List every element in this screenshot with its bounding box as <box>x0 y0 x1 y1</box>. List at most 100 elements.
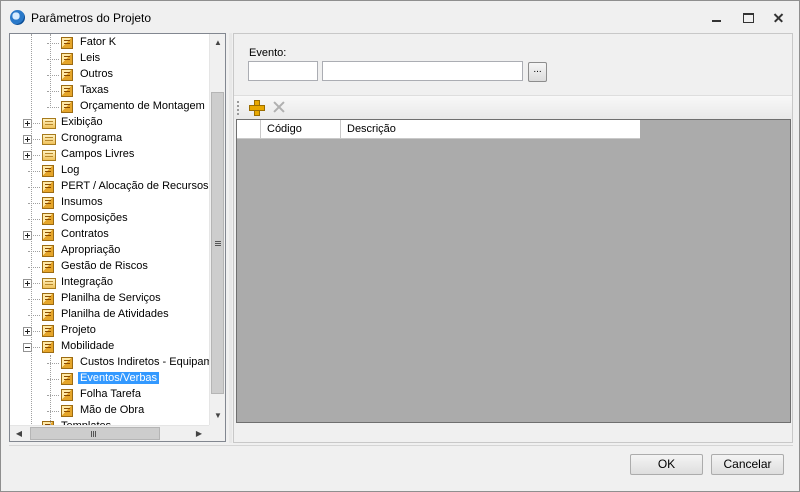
tree-item[interactable]: Integração <box>10 275 209 291</box>
tree-connector <box>28 251 40 252</box>
node-icon <box>42 229 54 241</box>
tree-item[interactable]: Planilha de Atividades <box>10 307 209 323</box>
delete-icon[interactable] <box>271 99 287 115</box>
vertical-scroll-thumb[interactable] <box>211 92 224 394</box>
tree-item[interactable]: Log <box>10 163 209 179</box>
node-icon <box>42 341 54 353</box>
tree-item[interactable]: Contratos <box>10 227 209 243</box>
tree-item-label: Integração <box>61 276 113 288</box>
tree-item-label: Fator K <box>80 36 117 48</box>
tree-item[interactable]: PERT / Alocação de Recursos <box>10 179 209 195</box>
tree-item[interactable]: Outros <box>10 67 209 83</box>
tree-item[interactable]: Folha Tarefa <box>10 387 209 403</box>
column-header-descricao[interactable]: Descrição <box>341 120 640 139</box>
node-icon <box>61 53 73 65</box>
tree-item[interactable]: Cronograma <box>10 131 209 147</box>
panel-splitter[interactable] <box>229 33 232 443</box>
tree-connector <box>47 59 59 60</box>
tree-item[interactable]: Orçamento de Montagem <box>10 99 209 115</box>
node-icon <box>42 181 54 193</box>
title-bar: Parâmetros do Projeto <box>1 1 799 33</box>
tree-connector <box>47 363 59 364</box>
toolbar-grip-icon <box>237 101 239 115</box>
tree-item-label: PERT / Alocação de Recursos <box>61 180 209 192</box>
tree-guide <box>50 34 51 106</box>
column-header-codigo[interactable]: Código <box>261 120 341 139</box>
tree-item-label: Apropriação <box>61 244 121 256</box>
node-icon <box>42 213 54 225</box>
scroll-right-icon[interactable]: ▶ <box>194 429 204 439</box>
scroll-grip-icon <box>215 241 221 242</box>
node-icon <box>42 197 54 209</box>
tree-item[interactable]: Mobilidade <box>10 339 209 355</box>
tree-connector <box>28 299 40 300</box>
add-icon[interactable] <box>248 99 265 116</box>
settings-tree[interactable]: Fator K Leis Outros Taxas Orçamento de Monta… <box>9 33 226 442</box>
tree-connector <box>28 203 40 204</box>
tree-item-label: Orçamento de Montagem <box>80 100 205 112</box>
tree-item[interactable]: Eventos/Verbas <box>10 371 209 387</box>
tree-horizontal-scrollbar[interactable]: ◀ ▶ <box>10 425 225 441</box>
tree-item[interactable]: Gestão de Riscos <box>10 259 209 275</box>
tree-item-label: Eventos/Verbas <box>78 372 160 384</box>
tree-item[interactable]: Apropriação <box>10 243 209 259</box>
tree-item[interactable]: Projeto <box>10 323 209 339</box>
scroll-down-icon[interactable]: ▼ <box>213 411 223 421</box>
cancel-button[interactable]: Cancelar <box>711 454 784 475</box>
tree-vertical-scrollbar[interactable]: ▲ ▼ <box>209 34 225 426</box>
tree-item-label: Custos Indiretos - Equipamentos <box>80 356 226 368</box>
tree-connector <box>47 43 59 44</box>
tree-item-label: Mão de Obra <box>80 404 145 416</box>
window-title: Parâmetros do Projeto <box>31 11 152 25</box>
tree-item[interactable]: Planilha de Serviços <box>10 291 209 307</box>
tree-connector <box>47 75 59 76</box>
tree-item[interactable]: Leis <box>10 51 209 67</box>
evento-lookup-button[interactable]: ... <box>528 62 547 82</box>
tree-item-label: Mobilidade <box>61 340 115 352</box>
tree-item[interactable]: Composições <box>10 211 209 227</box>
horizontal-scroll-thumb[interactable] <box>30 427 160 440</box>
event-settings-panel: Evento: ... Código Descrição <box>233 33 793 443</box>
tree-item[interactable]: Custos Indiretos - Equipamentos <box>10 355 225 371</box>
node-icon <box>42 245 54 257</box>
tree-item[interactable]: Taxas <box>10 83 209 99</box>
ok-button[interactable]: OK <box>630 454 703 475</box>
evento-description-input[interactable] <box>322 61 523 81</box>
tree-item-label: Planilha de Serviços <box>61 292 161 304</box>
folder-icon <box>42 150 56 161</box>
row-selector-header[interactable] <box>237 120 261 139</box>
tree-connector <box>28 187 40 188</box>
tree-item-label: Planilha de Atividades <box>61 308 169 320</box>
tree-connector <box>28 315 40 316</box>
tree-item[interactable]: Campos Livres <box>10 147 209 163</box>
divider <box>9 445 793 446</box>
evento-code-input[interactable] <box>248 61 318 81</box>
tree-item[interactable]: Mão de Obra <box>10 403 209 419</box>
node-icon <box>61 405 73 417</box>
node-icon <box>61 389 73 401</box>
events-grid[interactable]: Código Descrição <box>236 119 791 423</box>
node-icon <box>42 325 54 337</box>
tree-connector <box>28 171 40 172</box>
tree-item-label: Log <box>61 164 80 176</box>
tree-connector <box>28 219 40 220</box>
tree-item[interactable]: Exibição <box>10 115 209 131</box>
grid-header: Código Descrição <box>237 120 640 139</box>
close-button[interactable] <box>765 7 791 27</box>
node-icon <box>61 69 73 81</box>
folder-icon <box>42 134 56 145</box>
tree-item-label: Leis <box>80 52 101 64</box>
scroll-up-icon[interactable]: ▲ <box>213 38 223 48</box>
tree-item-label: Exibição <box>61 116 103 128</box>
tree-connector <box>47 379 59 380</box>
tree-item[interactable]: Fator K <box>10 35 209 51</box>
node-icon <box>61 37 73 49</box>
scroll-left-icon[interactable]: ◀ <box>14 429 24 439</box>
minimize-button[interactable] <box>703 7 729 27</box>
tree-item-label: Taxas <box>80 84 109 96</box>
tree-item[interactable]: Insumos <box>10 195 209 211</box>
maximize-button[interactable] <box>735 7 761 27</box>
node-icon <box>42 293 54 305</box>
node-icon <box>61 85 73 97</box>
tree-item-label: Insumos <box>61 196 103 208</box>
